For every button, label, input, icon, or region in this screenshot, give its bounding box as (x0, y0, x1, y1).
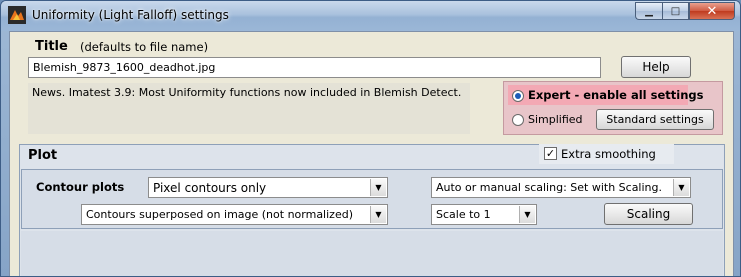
title-label: Title (35, 39, 68, 54)
contour-type-select[interactable]: Pixel contours only ▼ (148, 177, 388, 198)
scaling-mode-value: Auto or manual scaling: Set with Scaling… (436, 181, 662, 194)
contour-plots-box: Contour plots Pixel contours only ▼ Auto… (21, 169, 723, 229)
plot-options-area (21, 231, 723, 276)
contour-display-select[interactable]: Contours superposed on image (not normal… (81, 204, 388, 225)
contour-display-value: Contours superposed on image (not normal… (86, 208, 353, 221)
expert-label[interactable]: Expert - enable all settings (528, 88, 703, 102)
help-button[interactable]: Help (621, 56, 691, 78)
contour-type-value: Pixel contours only (153, 181, 267, 195)
extra-smoothing-checkbox[interactable]: ✓ (544, 147, 557, 160)
scaling-button[interactable]: Scaling (604, 203, 693, 225)
simplified-radio[interactable] (512, 114, 524, 126)
minimize-button[interactable]: ▁ (635, 2, 662, 20)
maximize-button[interactable]: □ (662, 2, 689, 20)
title-bar[interactable]: Uniformity (Light Falloff) settings ▁ □ … (1, 1, 740, 31)
expert-radio[interactable] (512, 90, 524, 102)
app-icon (8, 6, 26, 24)
window-controls: ▁ □ ✕ (635, 2, 735, 20)
title-input[interactable]: Blemish_9873_1600_deadhot.jpg (28, 57, 601, 78)
scale-value: Scale to 1 (436, 208, 491, 221)
extra-smoothing-row[interactable]: ✓ Extra smoothing (539, 144, 674, 164)
scaling-mode-select[interactable]: Auto or manual scaling: Set with Scaling… (431, 177, 691, 198)
scale-select[interactable]: Scale to 1 ▼ (431, 204, 537, 225)
title-hint: (defaults to file name) (80, 40, 209, 54)
close-button[interactable]: ✕ (689, 2, 735, 20)
extra-smoothing-label[interactable]: Extra smoothing (561, 147, 656, 161)
mode-panel: Expert - enable all settings Simplified … (503, 81, 723, 135)
news-text: News. Imatest 3.9: Most Uniformity funct… (28, 83, 470, 134)
settings-window: Uniformity (Light Falloff) settings ▁ □ … (0, 0, 741, 277)
chevron-down-icon: ▼ (519, 206, 535, 223)
chevron-down-icon: ▼ (370, 206, 386, 223)
simplified-label[interactable]: Simplified (528, 113, 583, 126)
standard-settings-button[interactable]: Standard settings (596, 109, 714, 130)
chevron-down-icon: ▼ (370, 179, 386, 196)
settings-client-area: Title (defaults to file name) Blemish_98… (9, 31, 734, 276)
contour-plots-label: Contour plots (36, 180, 125, 194)
chevron-down-icon: ▼ (673, 179, 689, 196)
window-title: Uniformity (Light Falloff) settings (32, 8, 229, 22)
